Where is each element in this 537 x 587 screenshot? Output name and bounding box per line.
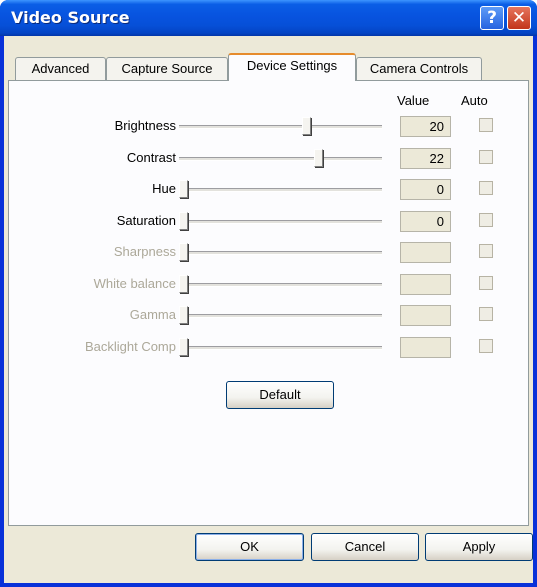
auto-column-header: Auto <box>461 93 488 108</box>
backlight-comp-slider-thumb <box>179 338 188 356</box>
white-balance-slider-track <box>179 283 382 287</box>
contrast-label: Contrast <box>126 150 176 165</box>
gamma-slider-thumb <box>179 306 188 324</box>
ok-button[interactable]: OK <box>195 533 304 561</box>
hue-auto-checkbox[interactable] <box>479 181 493 195</box>
tab-advanced[interactable]: Advanced <box>15 57 106 80</box>
close-button[interactable]: ✕ <box>507 6 531 30</box>
help-icon: ? <box>487 8 497 28</box>
window-title: Video Source <box>11 8 130 27</box>
gamma-slider-track <box>179 314 382 318</box>
saturation-value-field: 0 <box>400 211 451 232</box>
brightness-value-field: 20 <box>400 116 451 137</box>
hue-slider-track[interactable] <box>179 188 382 192</box>
saturation-slider-track[interactable] <box>179 220 382 224</box>
default-button[interactable]: Default <box>226 381 334 409</box>
cancel-button-label: Cancel <box>344 539 386 554</box>
close-icon: ✕ <box>511 8 527 28</box>
brightness-slider-track[interactable] <box>179 125 382 129</box>
gamma-auto-checkbox <box>479 307 493 321</box>
apply-button-label: Apply <box>462 539 496 554</box>
apply-button[interactable]: Apply <box>425 533 533 561</box>
white-balance-auto-checkbox <box>479 276 493 290</box>
sharpness-auto-checkbox <box>479 244 493 258</box>
tab-label: Device Settings <box>246 58 338 73</box>
contrast-slider-track[interactable] <box>179 157 382 161</box>
tab-capture-source[interactable]: Capture Source <box>106 57 228 80</box>
white-balance-value-field <box>400 274 451 295</box>
gamma-label: Gamma <box>129 307 176 322</box>
saturation-auto-checkbox[interactable] <box>479 213 493 227</box>
tab-camera-controls[interactable]: Camera Controls <box>356 57 482 80</box>
backlight-comp-label: Backlight Comp <box>84 339 176 354</box>
saturation-slider-thumb[interactable] <box>179 212 188 230</box>
contrast-auto-checkbox[interactable] <box>479 150 493 164</box>
hue-slider-thumb[interactable] <box>179 180 188 198</box>
contrast-slider-thumb[interactable] <box>314 149 323 167</box>
contrast-value-field: 22 <box>400 148 451 169</box>
backlight-comp-auto-checkbox <box>479 339 493 353</box>
backlight-comp-slider-track <box>179 346 382 350</box>
ok-button-label: OK <box>240 539 259 554</box>
sharpness-slider-thumb <box>179 243 188 261</box>
sharpness-value-field <box>400 242 451 263</box>
sharpness-slider-track <box>179 251 382 255</box>
help-button[interactable]: ? <box>480 6 504 30</box>
title-bar[interactable]: Video Source ? ✕ <box>0 0 537 36</box>
tab-label: Camera Controls <box>369 61 469 76</box>
brightness-auto-checkbox[interactable] <box>479 118 493 132</box>
gamma-value-field <box>400 305 451 326</box>
hue-value-field: 0 <box>400 179 451 200</box>
backlight-comp-value-field <box>400 337 451 358</box>
window-bottom-border <box>0 583 537 587</box>
video-source-dialog: Video Source ? ✕ Advanced Capture Source… <box>0 0 537 587</box>
tab-device-settings[interactable]: Device Settings <box>228 53 356 81</box>
tab-label: Advanced <box>31 61 90 76</box>
hue-label: Hue <box>152 181 176 196</box>
white-balance-label: White balance <box>93 276 176 291</box>
cancel-button[interactable]: Cancel <box>311 533 419 561</box>
dialog-client-area: Advanced Capture Source Device Settings … <box>4 36 533 583</box>
white-balance-slider-thumb <box>179 275 188 293</box>
tab-label: Capture Source <box>121 61 213 76</box>
saturation-label: Saturation <box>116 213 176 228</box>
default-button-label: Default <box>259 387 301 402</box>
sharpness-label: Sharpness <box>113 244 176 259</box>
brightness-slider-thumb[interactable] <box>302 117 311 135</box>
value-column-header: Value <box>397 93 430 108</box>
device-settings-panel: Value Auto Brightness 20 Contrast 22 Hue 0 Sat… <box>8 80 529 526</box>
brightness-label: Brightness <box>114 118 176 133</box>
